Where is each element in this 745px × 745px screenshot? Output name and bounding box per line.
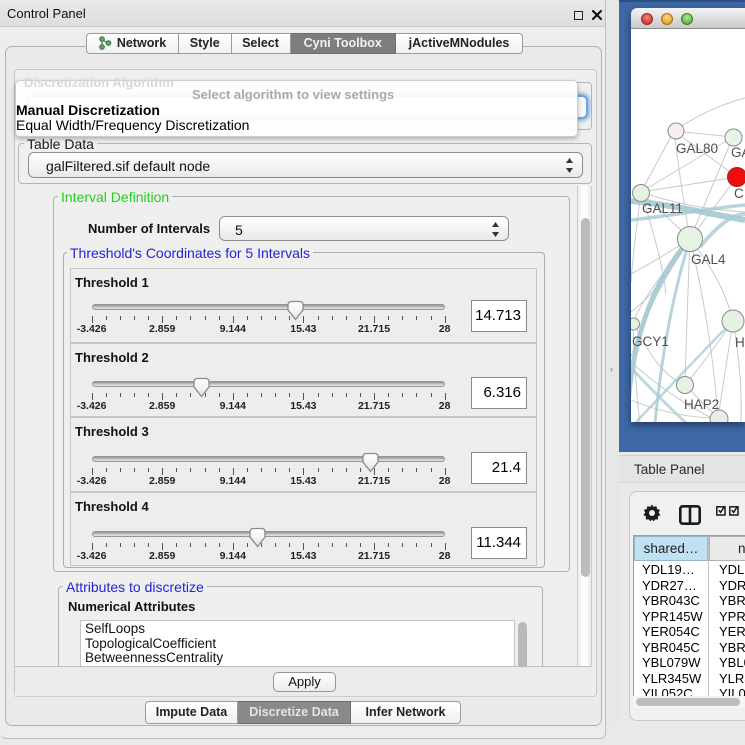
svg-text:GAL11: GAL11	[642, 201, 683, 216]
svg-text:H: H	[735, 335, 745, 350]
svg-text:GAL80: GAL80	[676, 141, 718, 156]
svg-text:GAL4: GAL4	[691, 252, 726, 267]
svg-text:GCY1: GCY1	[632, 334, 669, 349]
svg-text:HAP2: HAP2	[684, 397, 719, 412]
svg-text:C: C	[734, 186, 744, 201]
svg-text:GA: GA	[731, 145, 745, 160]
